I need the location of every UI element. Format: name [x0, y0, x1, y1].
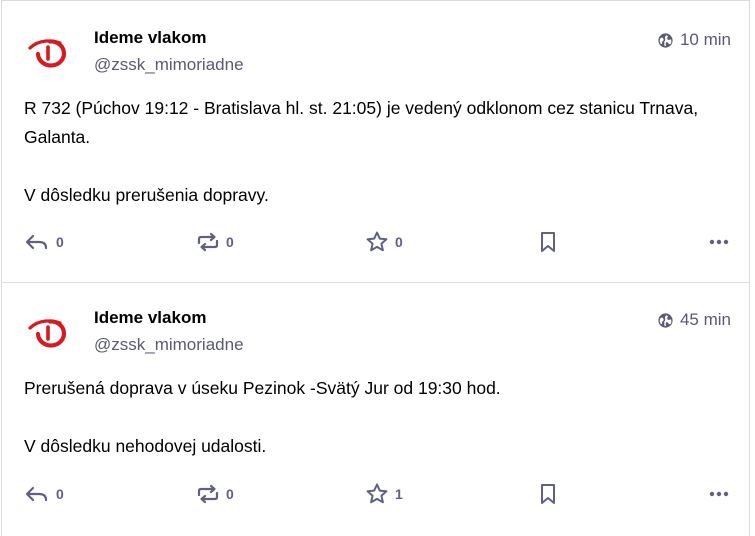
action-bar: 0 0 1 — [24, 482, 731, 506]
reply-icon — [25, 486, 48, 502]
globe-icon — [657, 312, 674, 329]
reply-count: 0 — [56, 234, 64, 250]
post-content: Prerušená doprava v úseku Pezinok -Svätý… — [24, 374, 714, 461]
ellipsis-icon — [709, 491, 729, 497]
post-timestamp[interactable]: 45 min — [657, 310, 731, 330]
bookmark-button[interactable] — [536, 230, 560, 254]
reply-button[interactable]: 0 — [24, 482, 64, 506]
favourite-count: 0 — [395, 234, 403, 250]
star-icon — [366, 483, 388, 504]
boost-icon — [197, 484, 219, 504]
timestamp-text: 45 min — [679, 310, 731, 329]
reply-button[interactable]: 0 — [24, 230, 64, 254]
favourite-button[interactable]: 0 — [365, 230, 403, 254]
reply-icon — [25, 234, 48, 250]
more-options-button[interactable] — [707, 230, 731, 254]
ellipsis-icon — [709, 239, 729, 245]
post-timestamp[interactable]: 10 min — [657, 30, 731, 50]
display-name[interactable]: Ideme vlakom — [94, 28, 206, 48]
action-bar: 0 0 0 — [24, 230, 731, 254]
avatar[interactable] — [24, 28, 72, 76]
favourite-count: 1 — [395, 486, 403, 502]
post-content: R 732 (Púchov 19:12 - Bratislava hl. st.… — [24, 94, 714, 210]
zssk-logo-icon — [28, 319, 67, 348]
zssk-logo-icon — [28, 39, 67, 68]
account-handle[interactable]: @zssk_mimoriadne — [94, 55, 244, 75]
boost-count: 0 — [226, 234, 234, 250]
reply-count: 0 — [56, 486, 64, 502]
bookmark-icon — [541, 484, 555, 504]
bookmark-icon — [541, 232, 555, 252]
post-paragraph: V dôsledku nehodovej udalosti. — [24, 436, 267, 456]
star-icon — [366, 231, 388, 252]
timestamp-text: 10 min — [679, 30, 731, 49]
timeline: Ideme vlakom @zssk_mimoriadne 10 min R 7… — [1, 0, 750, 536]
globe-icon — [657, 32, 674, 49]
more-options-button[interactable] — [707, 482, 731, 506]
boost-button[interactable]: 0 — [196, 482, 234, 506]
boost-count: 0 — [226, 486, 234, 502]
post-paragraph: V dôsledku prerušenia dopravy. — [24, 185, 269, 205]
bookmark-button[interactable] — [536, 482, 560, 506]
post-paragraph: R 732 (Púchov 19:12 - Bratislava hl. st.… — [24, 98, 699, 147]
favourite-button[interactable]: 1 — [365, 482, 403, 506]
post-paragraph: Prerušená doprava v úseku Pezinok -Svätý… — [24, 378, 501, 398]
boost-icon — [197, 232, 219, 252]
status-post[interactable]: Ideme vlakom @zssk_mimoriadne 45 min Pre… — [2, 283, 749, 536]
status-post[interactable]: Ideme vlakom @zssk_mimoriadne 10 min R 7… — [2, 3, 749, 283]
display-name[interactable]: Ideme vlakom — [94, 308, 206, 328]
account-handle[interactable]: @zssk_mimoriadne — [94, 335, 244, 355]
boost-button[interactable]: 0 — [196, 230, 234, 254]
avatar[interactable] — [24, 308, 72, 356]
